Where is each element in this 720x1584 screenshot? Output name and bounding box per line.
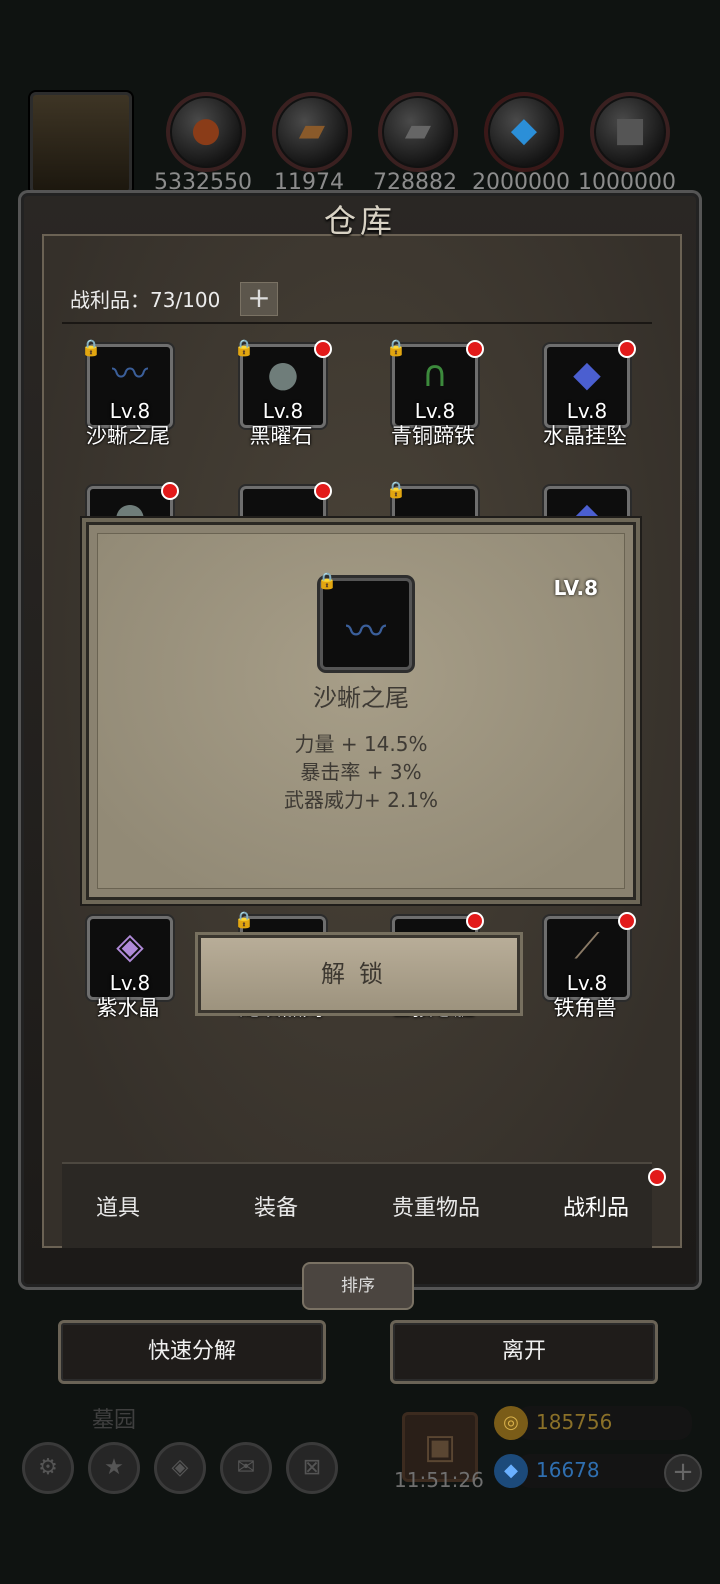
new-badge (314, 482, 332, 500)
gold-coin-icon: ◎ (494, 1406, 528, 1440)
leave-button[interactable]: 离开 (390, 1320, 658, 1384)
iron-icon[interactable]: ▰ (378, 92, 458, 172)
tab-valuables[interactable]: 贵重物品 (366, 1190, 506, 1222)
notification-dot (648, 1168, 666, 1186)
unlock-button[interactable]: 解锁 (198, 935, 520, 1013)
player-avatar[interactable] (30, 92, 132, 194)
gift-timer: 11:51:26 (394, 1468, 484, 1492)
new-badge (161, 482, 179, 500)
new-badge (618, 340, 636, 358)
new-badge (466, 912, 484, 930)
expand-capacity-button[interactable]: + (240, 282, 278, 316)
crest-icon[interactable]: ◈ (154, 1442, 206, 1494)
item-frame: ◈ Lv.8 (87, 916, 173, 1000)
sort-button[interactable]: 排序 (302, 1262, 414, 1310)
new-badge (466, 340, 484, 358)
wood-icon[interactable]: ▰ (272, 92, 352, 172)
star-icon[interactable]: ★ (88, 1442, 140, 1494)
new-badge (314, 340, 332, 358)
crystal-icon[interactable]: ◆ (484, 92, 564, 172)
item-name: 铁角兽 (553, 996, 617, 1020)
item-icon: ∩ (421, 354, 449, 395)
item-name: 水晶挂坠 (543, 424, 627, 448)
item-frame: ⟋ Lv.8 (544, 916, 630, 1000)
stone-icon[interactable]: ■ (590, 92, 670, 172)
gold-value: 185756 (536, 1410, 613, 1434)
capacity-count: 战利品：73/100 (70, 288, 221, 312)
item-name: 青铜蹄铁 (391, 424, 475, 448)
item-icon: 〰 (111, 354, 148, 395)
mail-icon[interactable]: ✉ (220, 1442, 272, 1494)
item-icon: ◈ (116, 926, 144, 967)
tooltip-level: LV.8 (553, 576, 598, 600)
tooltip-stat: 暴击率 + 3% (300, 760, 422, 784)
gem-value: 16678 (536, 1458, 600, 1482)
tooltip-stat: 力量 + 14.5% (294, 732, 428, 756)
lock-icon: 🔒 (317, 571, 337, 590)
divider (62, 322, 652, 324)
item-slot[interactable]: ◈ Lv.8 紫水晶 (53, 916, 203, 1020)
lock-icon: 🔒 (81, 338, 101, 357)
settings-icon[interactable]: ⚙ (22, 1442, 74, 1494)
lock-icon: 🔒 (386, 480, 406, 499)
lock-icon: 🔒 (234, 338, 254, 357)
lock-icon: 🔒 (386, 338, 406, 357)
new-badge (618, 912, 636, 930)
item-slot[interactable]: ∩ Lv.8 青铜蹄铁 🔒 (358, 338, 508, 448)
tab-loot[interactable]: 战利品 (526, 1190, 666, 1222)
item-icon: ● (267, 354, 299, 395)
tooltip-stat: 武器威力+ 2.1% (284, 788, 438, 812)
item-name: 沙蜥之尾 (86, 424, 170, 448)
item-icon: ⟋ (574, 926, 600, 967)
lock-icon: 🔒 (234, 910, 254, 929)
item-slot[interactable]: ◆Lv.8水晶挂坠 (510, 340, 660, 448)
tab-equipment[interactable]: 装备 (206, 1190, 346, 1222)
tab-items[interactable]: 道具 (48, 1190, 188, 1222)
location-label: 墓园 (92, 1408, 137, 1433)
item-name: 黑曜石 (249, 424, 313, 448)
item-slot[interactable]: 〰 Lv.8 沙蜥之尾 🔒 (53, 338, 203, 448)
gem-icon: ◆ (494, 1454, 528, 1488)
item-name: 紫水晶 (96, 996, 160, 1020)
item-tooltip: LV.8 🔒 〰 沙蜥之尾 力量 + 14.5% 暴击率 + 3% 武器威力+ … (86, 522, 636, 900)
item-slot[interactable]: ● Lv.8 黑曜石 🔒 (206, 338, 356, 448)
item-frame: ◆Lv.8 (544, 344, 630, 428)
lizard-tail-icon: 〰 (346, 609, 386, 655)
page-title: 仓库 (323, 202, 396, 240)
add-currency-button[interactable]: + (664, 1454, 702, 1492)
meat-icon[interactable]: ● (166, 92, 246, 172)
tooltip-item-name: 沙蜥之尾 (313, 684, 409, 712)
item-slot[interactable]: ⟋ Lv.8 铁角兽 (510, 912, 660, 1020)
map-icon[interactable]: ⊠ (286, 1442, 338, 1494)
item-icon: ◆ (573, 354, 601, 395)
quick-decompose-button[interactable]: 快速分解 (58, 1320, 326, 1384)
tooltip-item-icon: 🔒 〰 (317, 571, 412, 670)
